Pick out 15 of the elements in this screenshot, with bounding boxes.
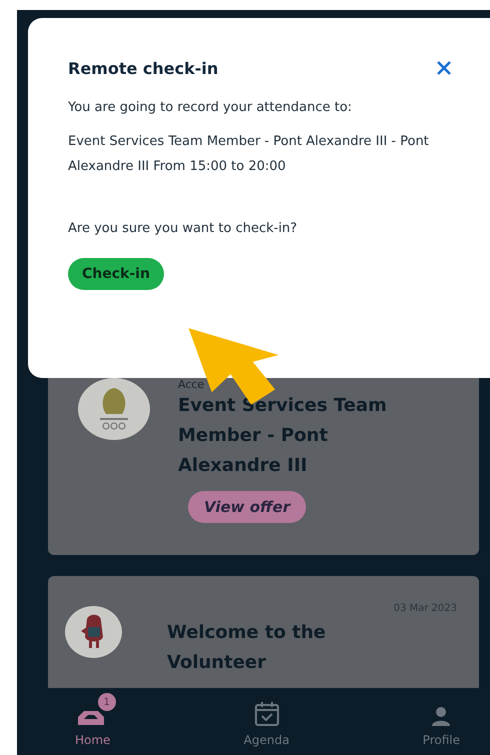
offer-title: Event Services Team Member - Pont Alexandre III (178, 394, 388, 478)
event-details: Event Services Team Member - Pont Alexandre III - Pont Alexandre III From 15:00 to 20:00 (68, 133, 430, 176)
confirm-question: Are you sure you want to check-in? (68, 221, 298, 236)
check-in-button[interactable]: Check-in (68, 258, 164, 290)
category-label: Acce (178, 378, 206, 391)
dialog-text: You are going to record your attendance to: (68, 100, 353, 115)
notification-badge: 1 (98, 693, 116, 711)
person-icon (430, 705, 452, 727)
nav-tab[interactable]: 1 Home (67, 688, 120, 755)
nav-tab[interactable]: Profile (414, 688, 470, 755)
news-title: Welcome to the Volunteer (167, 620, 327, 674)
calendar-check-icon (254, 701, 280, 727)
dialog-title: Remote check-in (68, 58, 218, 78)
view-offer-button[interactable]: View offer (188, 491, 306, 523)
nav-tab[interactable]: Agenda (236, 688, 300, 755)
